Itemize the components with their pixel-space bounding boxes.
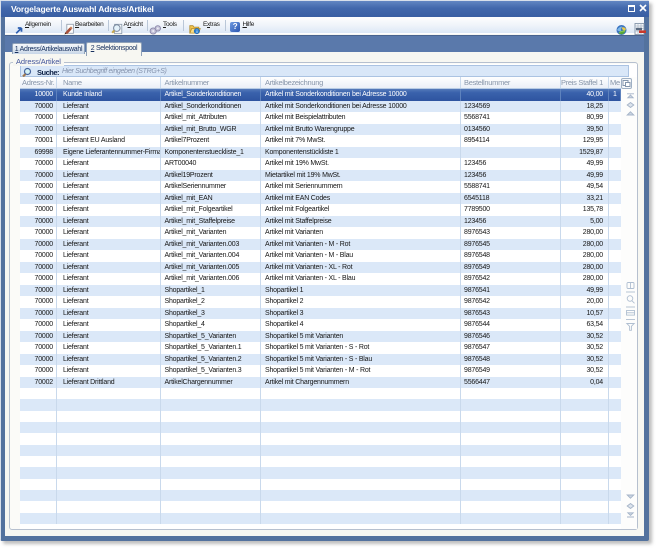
svg-text:i: i [196, 29, 197, 34]
